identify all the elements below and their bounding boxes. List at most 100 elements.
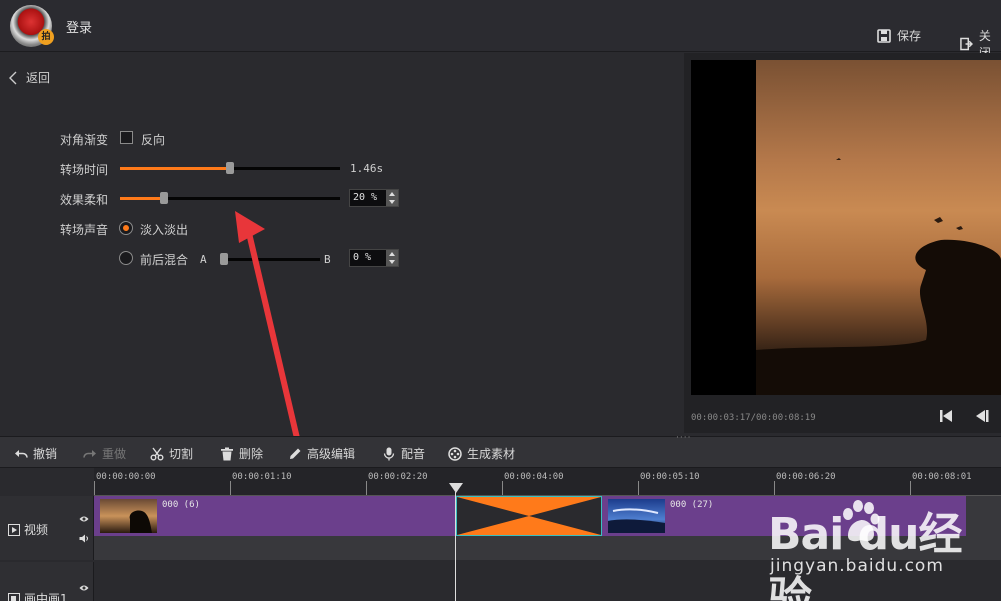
ruler-tick [230, 481, 231, 495]
softness-slider[interactable] [120, 192, 340, 204]
mix-value: 0 % [353, 252, 372, 263]
redo-button[interactable]: 重做 [83, 445, 126, 462]
skip-start-icon[interactable] [938, 408, 954, 424]
mix-a-label: A [200, 253, 207, 266]
pip-track-header: 画中画1 [0, 562, 94, 601]
film-reel-icon [448, 446, 462, 461]
volume-icon[interactable] [79, 534, 89, 543]
softness-value: 20 % [353, 192, 378, 203]
ruler-tick-label: 00:00:06:20 [776, 472, 836, 482]
save-button[interactable]: 保存 [877, 27, 921, 44]
cut-label: 切割 [169, 447, 194, 461]
logo-badge: 拍 [38, 29, 54, 45]
diagonal-gradient-label: 对角渐变 [60, 133, 109, 147]
ruler-tick-label: 00:00:04:00 [504, 472, 564, 482]
fade-radio[interactable] [119, 221, 133, 235]
playhead-line [455, 492, 456, 601]
pip-track-icon [8, 592, 20, 601]
silhouette-image [756, 158, 1001, 395]
softness-slider-thumb[interactable] [160, 192, 168, 204]
spin-arrows-icon[interactable] [386, 190, 398, 206]
undo-icon [15, 449, 28, 458]
back-button[interactable]: 返回 [8, 69, 50, 86]
clip-thumbnail [608, 499, 665, 533]
generate-material-label: 生成素材 [467, 447, 516, 461]
cut-button[interactable]: 切割 [150, 445, 193, 462]
pip-track-name: 画中画1 [8, 590, 68, 601]
save-label: 保存 [897, 29, 922, 43]
mix-label: 前后混合 [140, 253, 189, 267]
undo-button[interactable]: 撤销 [14, 445, 57, 462]
mix-spinbox[interactable]: 0 % [349, 249, 399, 267]
fade-label: 淡入淡出 [140, 223, 189, 237]
dub-button[interactable]: 配音 [382, 445, 425, 462]
reverse-checkbox[interactable] [120, 131, 133, 144]
top-bar: 拍 登录 保存 关闭 [0, 0, 1001, 60]
ruler-tick [94, 481, 95, 495]
duration-label: 转场时间 [60, 163, 109, 177]
video-track-header: 视频 [0, 496, 94, 560]
ruler-tick-label: 00:00:00:00 [96, 472, 156, 482]
preview-panel: 00:00:03:17/00:00:08:19 [684, 53, 1001, 433]
advanced-edit-label: 高级编辑 [307, 447, 356, 461]
transition-settings-panel: 返回 对角渐变 反向 转场时间 1.46s 效果柔和 20 % 转场声音 淡入淡… [0, 53, 683, 501]
step-back-icon[interactable] [974, 408, 990, 424]
video-track-icon [8, 523, 20, 536]
pip-track-label: 画中画1 [24, 592, 68, 601]
pencil-icon [290, 448, 301, 459]
spin-arrows-icon[interactable] [386, 250, 398, 266]
softness-slider-fill [120, 197, 164, 200]
video-clip[interactable]: 000 (6) [94, 496, 456, 536]
preview-frame [756, 60, 1001, 395]
scissors-icon [150, 447, 164, 460]
duration-value: 1.46s [350, 162, 384, 175]
redo-icon [83, 449, 96, 458]
softness-label: 效果柔和 [60, 193, 109, 207]
trash-icon [221, 447, 233, 460]
redo-label: 重做 [102, 447, 127, 461]
duration-slider-thumb[interactable] [226, 162, 234, 174]
delete-label: 删除 [239, 447, 264, 461]
exit-icon [960, 37, 973, 51]
duration-slider[interactable] [120, 162, 340, 174]
video-track-name: 视频 [8, 521, 48, 538]
eye-icon[interactable] [79, 584, 89, 592]
undo-label: 撤销 [33, 447, 58, 461]
ruler-tick-label: 00:00:01:10 [232, 472, 292, 482]
softness-spinbox[interactable]: 20 % [349, 189, 399, 207]
watermark-brand: Bai du经验 [768, 509, 962, 601]
video-track-label: 视频 [24, 523, 49, 537]
duration-slider-fill [120, 167, 230, 170]
splitter-grip-icon[interactable]: ···· [676, 433, 691, 443]
edit-toolbar: 撤销 重做 切割 删除 高级编辑 配音 生成素材 ···· [0, 433, 1001, 468]
mix-radio[interactable] [119, 251, 133, 265]
clip-thumbnail [100, 499, 157, 533]
paw-logo-icon [843, 500, 880, 542]
ruler-tick [502, 481, 503, 495]
eye-icon[interactable] [79, 515, 89, 523]
video-preview [691, 60, 1001, 395]
clip-label: 000 (27) [670, 500, 714, 510]
ruler-tick [366, 481, 367, 495]
preview-timecode: 00:00:03:17/00:00:08:19 [691, 413, 816, 423]
app-logo: 拍 [10, 5, 54, 47]
generate-material-button[interactable]: 生成素材 [448, 445, 515, 462]
ruler-tick [638, 481, 639, 495]
ruler-tick-label: 00:00:05:10 [640, 472, 700, 482]
clip-label: 000 (6) [162, 500, 200, 510]
chevron-left-icon [9, 71, 17, 84]
transition-block[interactable] [456, 496, 602, 536]
login-link[interactable]: 登录 [66, 17, 92, 36]
advanced-edit-button[interactable]: 高级编辑 [288, 445, 355, 462]
reverse-label: 反向 [141, 133, 166, 147]
baidu-jingyan-watermark: Bai du经验 jingyan.baidu.com [768, 492, 1001, 601]
dub-label: 配音 [401, 447, 426, 461]
watermark-url: jingyan.baidu.com [770, 556, 944, 576]
ruler-tick-label: 00:00:08:01 [912, 472, 972, 482]
back-label: 返回 [26, 71, 51, 85]
playhead-handle[interactable] [449, 483, 463, 493]
save-icon [877, 28, 891, 43]
ruler-tick-label: 00:00:02:20 [368, 472, 428, 482]
microphone-icon [383, 447, 395, 460]
delete-button[interactable]: 删除 [220, 445, 263, 462]
